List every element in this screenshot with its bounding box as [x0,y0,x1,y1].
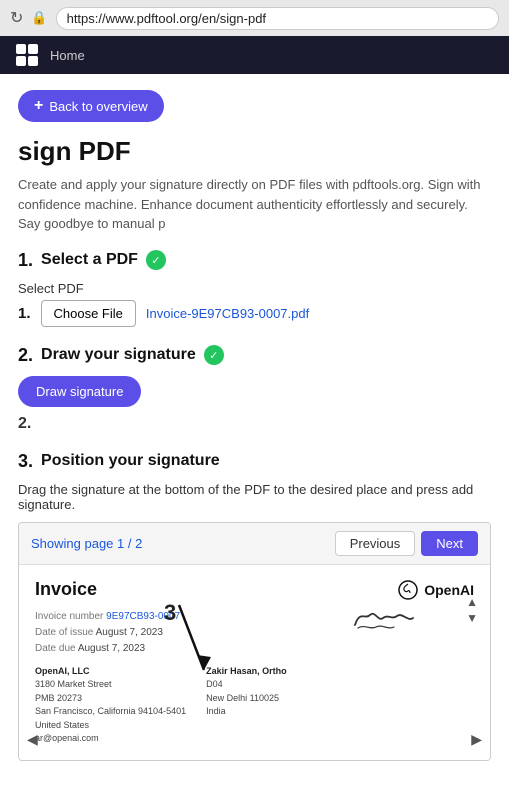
scroll-down-arrow[interactable]: ▼ [466,611,478,625]
step2-section: 2. Draw your signature ✓ Draw signature … [18,345,491,433]
invoice-header-row: Invoice OpenAI [35,579,474,601]
back-to-overview-button[interactable]: + Back to overview [18,90,164,122]
page-description: Create and apply your signature directly… [18,175,491,234]
selected-filename: Invoice-9E97CB93-0007.pdf [146,306,309,321]
page-title: sign PDF [18,136,491,167]
next-button[interactable]: Next [421,531,478,556]
step3-header: 3. Position your signature [18,451,491,472]
page-info: Showing page 1 / 2 [31,536,142,551]
top-nav: Home [0,36,509,74]
address-bar[interactable]: https://www.pdftool.org/en/sign-pdf [56,7,499,30]
step1-inline-number: 1. [18,305,31,322]
signature-overlay[interactable] [350,600,420,638]
page-info-prefix: Showing page [31,536,113,551]
plus-icon: + [34,97,43,115]
main-content: + Back to overview sign PDF Create and a… [0,74,509,785]
back-button-label: Back to overview [49,99,147,114]
openai-logo: OpenAI [397,579,474,601]
step2-number: 2. [18,345,33,366]
invoice-title: Invoice [35,579,97,600]
scroll-arrows: ▲ ▼ [466,595,478,625]
due-value: August 7, 2023 [78,643,145,654]
reload-icon[interactable]: ↻ [10,8,23,28]
invoice-due-row: Date due August 7, 2023 [35,641,474,657]
previous-button[interactable]: Previous [335,531,416,556]
bill-to-heading: Zakir Hasan, Ortho [206,665,287,679]
invoice-preview: Invoice OpenAI Invoice number 9E97CB93-0… [19,565,490,760]
step1-check-icon: ✓ [146,250,166,270]
nav-buttons: Previous Next [335,531,478,556]
openai-icon [397,579,419,601]
draw-signature-button[interactable]: Draw signature [18,376,141,407]
step3-title: Position your signature [41,452,220,470]
step2-inline-number: 2. [18,415,491,433]
drag-instruction: Drag the signature at the bottom of the … [18,482,491,512]
scroll-up-arrow[interactable]: ▲ [466,595,478,609]
bill-to-address: D04 New Delhi 110025 India [206,678,287,719]
browser-bar: ↻ 🔒 https://www.pdftool.org/en/sign-pdf [0,0,509,36]
total-pages: 2 [135,536,142,551]
home-link[interactable]: Home [50,48,85,63]
choose-file-button[interactable]: Choose File [41,300,136,327]
lock-icon: 🔒 [31,10,47,26]
bill-from-heading: OpenAI, LLC [35,665,186,679]
date-value: August 7, 2023 [96,627,163,638]
current-page: 1 [117,536,124,551]
date-label: Date of issue [35,627,93,638]
invoice-number-label: Invoice number [35,611,103,622]
step1-section: 1. Select a PDF ✓ Select PDF 1. Choose F… [18,250,491,327]
due-label: Date due [35,643,76,654]
step1-header: 1. Select a PDF ✓ [18,250,491,271]
select-pdf-label: Select PDF [18,281,491,296]
step1-title: Select a PDF [41,251,138,269]
site-logo [16,44,38,66]
step3-pdf-label: 3 [164,600,176,626]
step2-title: Draw your signature [41,346,196,364]
step2-check-icon: ✓ [204,345,224,365]
pdf-viewer-toolbar: Showing page 1 / 2 Previous Next [19,523,490,565]
page-arrows: ◀ ▶ [19,731,490,748]
step2-header: 2. Draw your signature ✓ [18,345,491,366]
draw-sig-label: Draw signature [36,384,123,399]
pdf-viewer: Showing page 1 / 2 Previous Next Invoice [18,522,491,761]
step3-section: 3. Position your signature Drag the sign… [18,451,491,761]
select-pdf-row: 1. Choose File Invoice-9E97CB93-0007.pdf [18,300,491,327]
page-right-arrow[interactable]: ▶ [471,731,482,748]
step3-number: 3. [18,451,33,472]
signature-svg [350,600,420,635]
page-left-arrow[interactable]: ◀ [27,731,38,748]
step1-number: 1. [18,250,33,271]
